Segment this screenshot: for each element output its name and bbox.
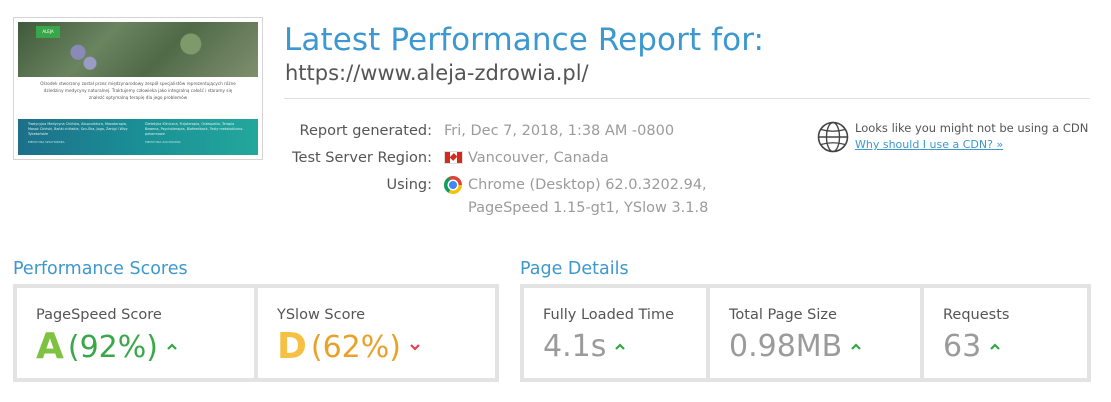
performance-scores-heading: Performance Scores	[13, 259, 188, 279]
using-label: Using:	[386, 177, 432, 193]
analyzer-versions: PageSpeed 1.15-gt1, YSlow 3.1.8	[468, 200, 709, 216]
report-url: https://www.aleja-zdrowia.pl/	[285, 61, 589, 85]
test-region-label: Test Server Region:	[292, 150, 432, 166]
cdn-info-link[interactable]: Why should I use a CDN? »	[855, 138, 1003, 151]
browser-version: Chrome (Desktop) 62.0.3202.94,	[468, 177, 707, 193]
page-details-panel: Fully Loaded Time 4.1s Total Page Size 0…	[520, 284, 1091, 382]
requests-value: 63	[943, 329, 982, 364]
yslow-grade: D	[277, 326, 307, 367]
trend-up-icon	[615, 342, 626, 350]
yslow-score-label: YSlow Score	[277, 307, 366, 323]
requests-card: Requests 63	[924, 288, 1087, 378]
canada-flag-icon	[444, 151, 463, 164]
fully-loaded-time-value: 4.1s	[543, 329, 607, 364]
thumbnail-logo: ALEJA	[36, 26, 60, 38]
chrome-icon	[444, 176, 462, 194]
thumbnail-column-1: Tradycyjna Medycyna Chińska, Akupunktura…	[28, 122, 128, 136]
cdn-notice: Looks like you might not be using a CDN	[855, 121, 1089, 135]
total-page-size-card: Total Page Size 0.98MB	[710, 288, 920, 378]
thumbnail-column-2: Dietetyka Kliniczna, Fizjoterapia, Osteo…	[145, 122, 244, 136]
pagespeed-percent: (92%)	[67, 329, 158, 365]
total-page-size-value: 0.98MB	[729, 329, 843, 364]
site-screenshot-thumbnail: ALEJA Ośrodek stworzony został przez mię…	[13, 17, 263, 160]
page-title: Latest Performance Report for:	[284, 22, 765, 58]
trend-up-icon	[851, 342, 862, 350]
page-details-heading: Page Details	[520, 259, 629, 279]
report-generated-value: Fri, Dec 7, 2018, 1:38 AM -0800	[444, 123, 675, 139]
trend-up-icon	[990, 342, 1000, 350]
performance-scores-panel: PageSpeed Score A (92%) YSlow Score D (6…	[13, 284, 499, 382]
trend-up-icon	[167, 343, 177, 350]
pagespeed-grade: A	[36, 326, 64, 367]
report-generated-label: Report generated:	[299, 123, 432, 139]
fully-loaded-time-card: Fully Loaded Time 4.1s	[524, 288, 706, 378]
pagespeed-score-card: PageSpeed Score A (92%)	[17, 288, 254, 378]
pagespeed-score-label: PageSpeed Score	[36, 307, 162, 323]
fully-loaded-time-label: Fully Loaded Time	[543, 307, 674, 323]
thumbnail-image: ALEJA Ośrodek stworzony został przez mię…	[18, 22, 258, 155]
thumbnail-column-1-tag: MEDYCYNA WSCHODNIA	[28, 140, 65, 144]
requests-label: Requests	[943, 307, 1010, 323]
total-page-size-label: Total Page Size	[729, 307, 837, 323]
yslow-score-card: YSlow Score D (62%)	[258, 288, 495, 378]
trend-down-icon	[410, 344, 420, 351]
thumbnail-intro-text: Ośrodek stworzony został przez międzynar…	[40, 81, 236, 100]
test-region-value: Vancouver, Canada	[468, 150, 609, 166]
header-divider	[284, 98, 1090, 99]
globe-icon	[817, 121, 849, 153]
thumbnail-column-2-tag: MEDYCYNA ZACHODNIA	[145, 140, 181, 144]
yslow-percent: (62%)	[310, 329, 401, 365]
